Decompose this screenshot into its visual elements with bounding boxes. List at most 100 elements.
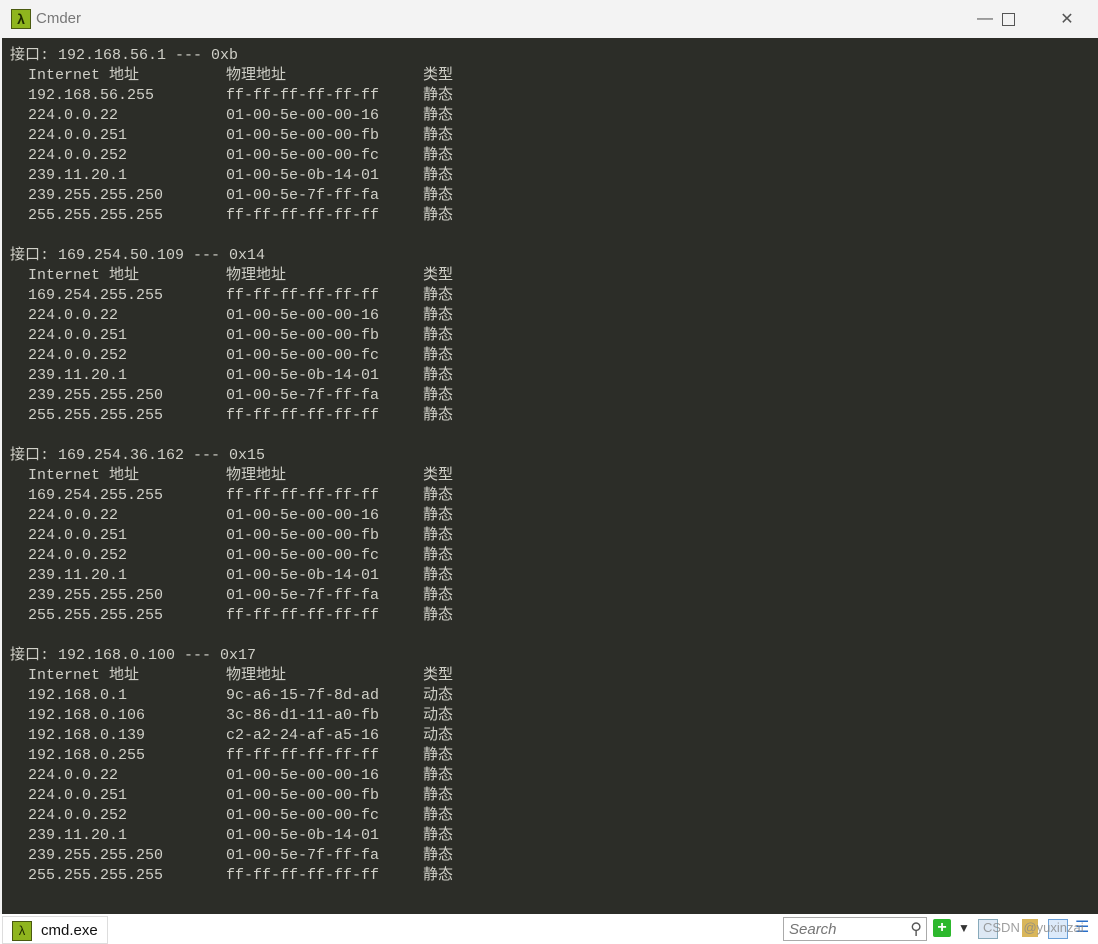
entry-type: 静态 [423, 807, 454, 824]
entry-type: 静态 [423, 787, 454, 804]
interface-header: 接口: 192.168.56.1 --- 0xb [10, 47, 239, 64]
ip-address: 239.11.20.1 [28, 167, 128, 184]
lambda-icon: λ [11, 9, 31, 29]
entry-type: 静态 [423, 207, 454, 224]
dropdown-arrow-icon[interactable]: ▼ [958, 919, 970, 937]
mac-address: 01-00-5e-00-00-16 [226, 107, 380, 124]
entry-type: 静态 [423, 127, 454, 144]
mac-address: 01-00-5e-7f-ff-fa [226, 387, 380, 404]
ip-address: 224.0.0.251 [28, 327, 128, 344]
ip-address: 239.255.255.250 [28, 587, 164, 604]
ip-address: 224.0.0.252 [28, 547, 128, 564]
search-icon[interactable]: ⚲ [910, 919, 922, 939]
column-header: Internet 地址 [28, 467, 140, 484]
entry-type: 静态 [423, 527, 454, 544]
ip-address: 224.0.0.22 [28, 767, 119, 784]
entry-type: 静态 [423, 767, 454, 784]
entry-type: 静态 [423, 167, 454, 184]
column-header: Internet 地址 [28, 267, 140, 284]
mac-address: 01-00-5e-7f-ff-fa [226, 587, 380, 604]
ip-address: 239.11.20.1 [28, 827, 128, 844]
search-input[interactable] [787, 918, 903, 940]
ip-address: 255.255.255.255 [28, 407, 164, 424]
ip-address: 239.255.255.250 [28, 387, 164, 404]
entry-type: 动态 [423, 707, 454, 724]
ip-address: 255.255.255.255 [28, 207, 164, 224]
mac-address: 9c-a6-15-7f-8d-ad [226, 687, 380, 704]
entry-type: 静态 [423, 407, 454, 424]
mac-address: 01-00-5e-0b-14-01 [226, 367, 380, 384]
entry-type: 动态 [423, 687, 454, 704]
ip-address: 239.255.255.250 [28, 847, 164, 864]
maximize-button[interactable] [985, 0, 1031, 38]
status-bar: λ cmd.exe ⚲ + ▼ ☰ CSDN @yuxinzai [0, 914, 1098, 944]
ip-address: 224.0.0.22 [28, 307, 119, 324]
entry-type: 静态 [423, 287, 454, 304]
terminal-output[interactable]: 接口: 192.168.56.1 --- 0xb Internet 地址 物理地址类… [2, 38, 1098, 914]
ip-address: 192.168.0.1 [28, 687, 128, 704]
interface-header: 接口: 192.168.0.100 --- 0x17 [10, 647, 257, 664]
entry-type: 静态 [423, 327, 454, 344]
ip-address: 192.168.0.255 [28, 747, 146, 764]
mac-address: ff-ff-ff-ff-ff-ff [226, 287, 380, 304]
mac-address: 01-00-5e-00-00-fb [226, 787, 380, 804]
mac-address: c2-a2-24-af-a5-16 [226, 727, 380, 744]
entry-type: 静态 [423, 107, 454, 124]
interface-header: 接口: 169.254.36.162 --- 0x15 [10, 447, 266, 464]
lambda-icon: λ [12, 921, 32, 941]
column-header: 类型 [423, 667, 454, 684]
mac-address: 01-00-5e-0b-14-01 [226, 167, 380, 184]
mac-address: 01-00-5e-00-00-fc [226, 547, 380, 564]
ip-address: 192.168.56.255 [28, 87, 155, 104]
mac-address: 01-00-5e-00-00-fb [226, 327, 380, 344]
entry-type: 静态 [423, 347, 454, 364]
search-box[interactable]: ⚲ [783, 917, 927, 941]
mac-address: 01-00-5e-7f-ff-fa [226, 187, 380, 204]
ip-address: 255.255.255.255 [28, 607, 164, 624]
ip-address: 224.0.0.252 [28, 147, 128, 164]
mac-address: ff-ff-ff-ff-ff-ff [226, 607, 380, 624]
close-button[interactable]: ✕ [1044, 0, 1090, 38]
interface-header: 接口: 169.254.50.109 --- 0x14 [10, 247, 266, 264]
mac-address: ff-ff-ff-ff-ff-ff [226, 867, 380, 884]
entry-type: 静态 [423, 747, 454, 764]
column-header: 类型 [423, 67, 454, 84]
mac-address: 01-00-5e-00-00-16 [226, 767, 380, 784]
entry-type: 静态 [423, 487, 454, 504]
mac-address: ff-ff-ff-ff-ff-ff [226, 407, 380, 424]
mac-address: ff-ff-ff-ff-ff-ff [226, 87, 380, 104]
ip-address: 224.0.0.251 [28, 787, 128, 804]
entry-type: 静态 [423, 827, 454, 844]
ip-address: 255.255.255.255 [28, 867, 164, 884]
mac-address: 01-00-5e-00-00-fb [226, 127, 380, 144]
column-header: 物理地址 [226, 267, 287, 284]
ip-address: 192.168.0.106 [28, 707, 146, 724]
entry-type: 静态 [423, 607, 454, 624]
column-header: Internet 地址 [28, 67, 140, 84]
entry-type: 静态 [423, 87, 454, 104]
ip-address: 224.0.0.22 [28, 507, 119, 524]
entry-type: 静态 [423, 367, 454, 384]
ip-address: 239.11.20.1 [28, 367, 128, 384]
mac-address: ff-ff-ff-ff-ff-ff [226, 747, 380, 764]
mac-address: 3c-86-d1-11-a0-fb [226, 707, 380, 724]
mac-address: 01-00-5e-0b-14-01 [226, 827, 380, 844]
close-icon: ✕ [1060, 11, 1074, 28]
entry-type: 静态 [423, 587, 454, 604]
mac-address: 01-00-5e-00-00-fc [226, 347, 380, 364]
column-header: 物理地址 [226, 667, 287, 684]
tab-cmd[interactable]: λ cmd.exe [2, 916, 108, 944]
ip-address: 169.254.255.255 [28, 487, 164, 504]
ip-address: 239.255.255.250 [28, 187, 164, 204]
column-header: 类型 [423, 267, 454, 284]
mac-address: ff-ff-ff-ff-ff-ff [226, 207, 380, 224]
watermark: CSDN @yuxinzai [983, 920, 1084, 935]
mac-address: 01-00-5e-00-00-16 [226, 307, 380, 324]
new-console-button[interactable]: + [933, 919, 951, 937]
maximize-icon [1001, 12, 1015, 26]
ip-address: 192.168.0.139 [28, 727, 146, 744]
mac-address: 01-00-5e-00-00-fb [226, 527, 380, 544]
column-header: Internet 地址 [28, 667, 140, 684]
ip-address: 169.254.255.255 [28, 287, 164, 304]
ip-address: 224.0.0.252 [28, 807, 128, 824]
